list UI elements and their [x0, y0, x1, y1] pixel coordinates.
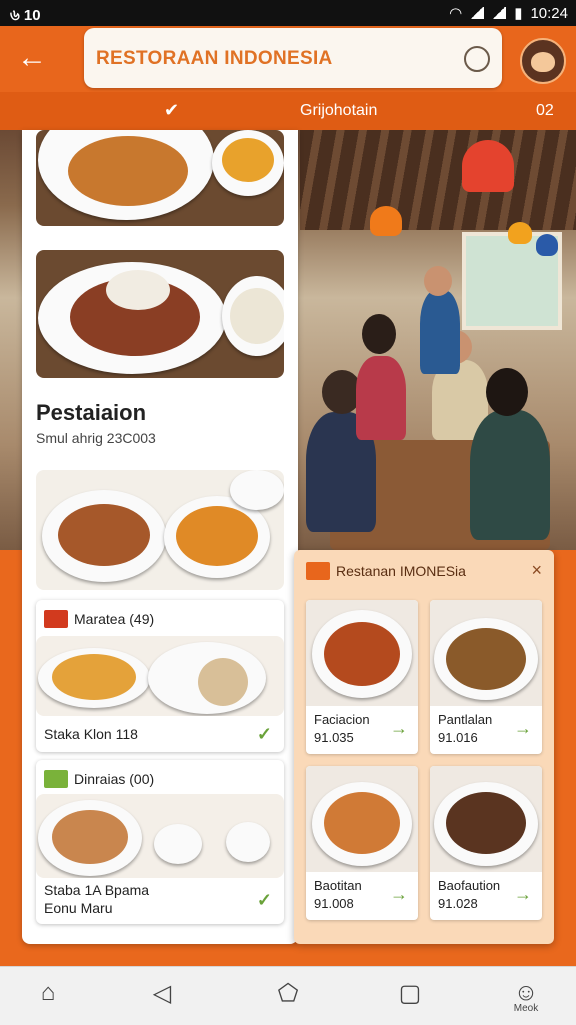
card-footer-line2: Eonu Maru — [44, 900, 113, 916]
food-photo-3[interactable] — [36, 470, 284, 590]
dish — [222, 138, 274, 182]
lamp-blue — [536, 234, 558, 256]
badge-icon — [44, 610, 68, 628]
menu-item-image — [306, 766, 418, 872]
menu-item-name: Baofaution — [438, 878, 501, 893]
person-5 — [420, 290, 460, 374]
card-header: Maratea (49) — [44, 610, 154, 628]
menu-item-2[interactable]: Pantlalan 91.016 → — [430, 600, 542, 754]
dish — [324, 792, 400, 854]
bottom-nav: ⌂ ◁ ⬠ ▢ ☺ Meok — [0, 966, 576, 1025]
tab-bar: ✔ Grijohotain 02 — [0, 92, 576, 130]
arrow-right-icon[interactable]: → — [514, 884, 532, 905]
card-photo — [36, 636, 284, 716]
check-icon[interactable]: ✓ — [257, 724, 272, 745]
card-header-text: Dinraias (00) — [74, 771, 155, 787]
search-bar[interactable]: RESTORAAN INDONESIA — [84, 28, 502, 88]
back-arrow-icon[interactable]: ← — [14, 40, 50, 76]
plate — [230, 470, 284, 510]
card-footer: Staka Klon 118 — [44, 726, 138, 742]
menu-item-name: Pantlalan — [438, 712, 493, 727]
left-panel: Pestaiaion Smul ahrig 23C003 Maratea (49… — [22, 130, 298, 944]
menu-item-image — [430, 766, 542, 872]
restaurant-popup: Restanan IMONESia × Faciacion 91.035 → P… — [294, 550, 554, 944]
profile-icon[interactable]: ☺ Meok — [506, 979, 546, 1014]
food-photo-1[interactable] — [36, 130, 284, 226]
avatar[interactable] — [520, 38, 566, 84]
dish — [230, 288, 284, 344]
app-bar: ← RESTORAAN INDONESIA — [0, 26, 576, 92]
recents-icon[interactable]: ▢ — [390, 979, 430, 1013]
menu-item-price: 91.008 — [314, 896, 354, 911]
lamp-red — [462, 140, 514, 192]
lamp-orange — [370, 206, 402, 236]
menu-item-image — [306, 600, 418, 706]
section-subtitle: Smul ahrig 23C003 — [36, 430, 156, 446]
dish — [68, 136, 188, 206]
dish — [176, 506, 258, 566]
restaurant-logo-icon — [306, 562, 330, 580]
menu-item-name: Baotitan — [314, 878, 362, 893]
card-footer-line1: Staba 1A Bpama — [44, 882, 150, 898]
back-triangle-icon[interactable]: ◁ — [142, 979, 182, 1013]
dish — [324, 622, 400, 686]
person-4-head — [486, 368, 528, 416]
arrow-right-icon[interactable]: → — [390, 718, 408, 739]
dish — [52, 810, 128, 864]
menu-item-1[interactable]: Faciacion 91.035 → — [306, 600, 418, 754]
menu-item-price: 91.016 — [438, 730, 478, 745]
avatar-face — [531, 52, 555, 72]
popup-title-text: Restanan IMONESia — [336, 563, 466, 579]
section-title: Pestaiaion — [36, 400, 147, 425]
menu-item-price: 91.035 — [314, 730, 354, 745]
menu-item-3[interactable]: Baotitan 91.008 → — [306, 766, 418, 920]
menu-item-price: 91.028 — [438, 896, 478, 911]
check-icon[interactable]: ✔ — [164, 100, 179, 121]
lamp-yellow — [508, 222, 532, 244]
person-5-head — [424, 266, 452, 296]
signal-icon — [470, 7, 485, 19]
tab-right[interactable]: 02 — [536, 102, 554, 120]
bowl — [154, 824, 202, 864]
card-header: Dinraias (00) — [44, 770, 154, 788]
signal-icon-2 — [492, 7, 507, 19]
dish — [446, 628, 526, 690]
person-4 — [470, 410, 550, 540]
ceiling — [300, 130, 576, 230]
restaurant-card-2[interactable]: Dinraias (00) Staba 1A Bpama Eonu Maru ✓ — [36, 760, 284, 924]
tab-title[interactable]: Grijohotain — [300, 102, 377, 120]
home-pentagon-icon[interactable]: ⬠ — [268, 979, 308, 1013]
search-text: RESTORAAN INDONESIA — [96, 48, 333, 69]
menu-item-4[interactable]: Baofaution 91.028 → — [430, 766, 542, 920]
bowl — [226, 822, 270, 862]
dish — [58, 504, 150, 566]
menu-item-image — [430, 600, 542, 706]
person-2-head — [362, 314, 396, 354]
arrow-right-icon[interactable]: → — [514, 718, 532, 739]
status-time: 10:24 — [530, 4, 568, 22]
home-icon[interactable]: ⌂ — [28, 979, 68, 1013]
badge-icon — [44, 770, 68, 788]
rice — [106, 270, 170, 310]
search-icon[interactable] — [464, 46, 490, 72]
profile-label: Meok — [513, 1003, 539, 1014]
restaurant-card-1[interactable]: Maratea (49) Staka Klon 118 ✓ — [36, 600, 284, 752]
arrow-right-icon[interactable]: → — [390, 884, 408, 905]
close-icon[interactable]: × — [531, 560, 542, 581]
food-photo-2[interactable] — [36, 250, 284, 378]
status-bar: ৬ 10 ◠ ▮ 10:24 — [0, 0, 576, 26]
dish — [446, 792, 526, 854]
dish — [52, 654, 136, 700]
menu-item-name: Faciacion — [314, 712, 370, 727]
card-header-text: Maratea (49) — [74, 611, 155, 627]
wifi-icon: ◠ — [449, 5, 463, 22]
battery-icon: ▮ — [514, 5, 523, 22]
person-2 — [356, 356, 406, 440]
popup-title: Restanan IMONESia — [306, 562, 466, 580]
rice — [198, 658, 248, 706]
check-icon[interactable]: ✓ — [257, 890, 272, 911]
card-photo — [36, 794, 284, 878]
